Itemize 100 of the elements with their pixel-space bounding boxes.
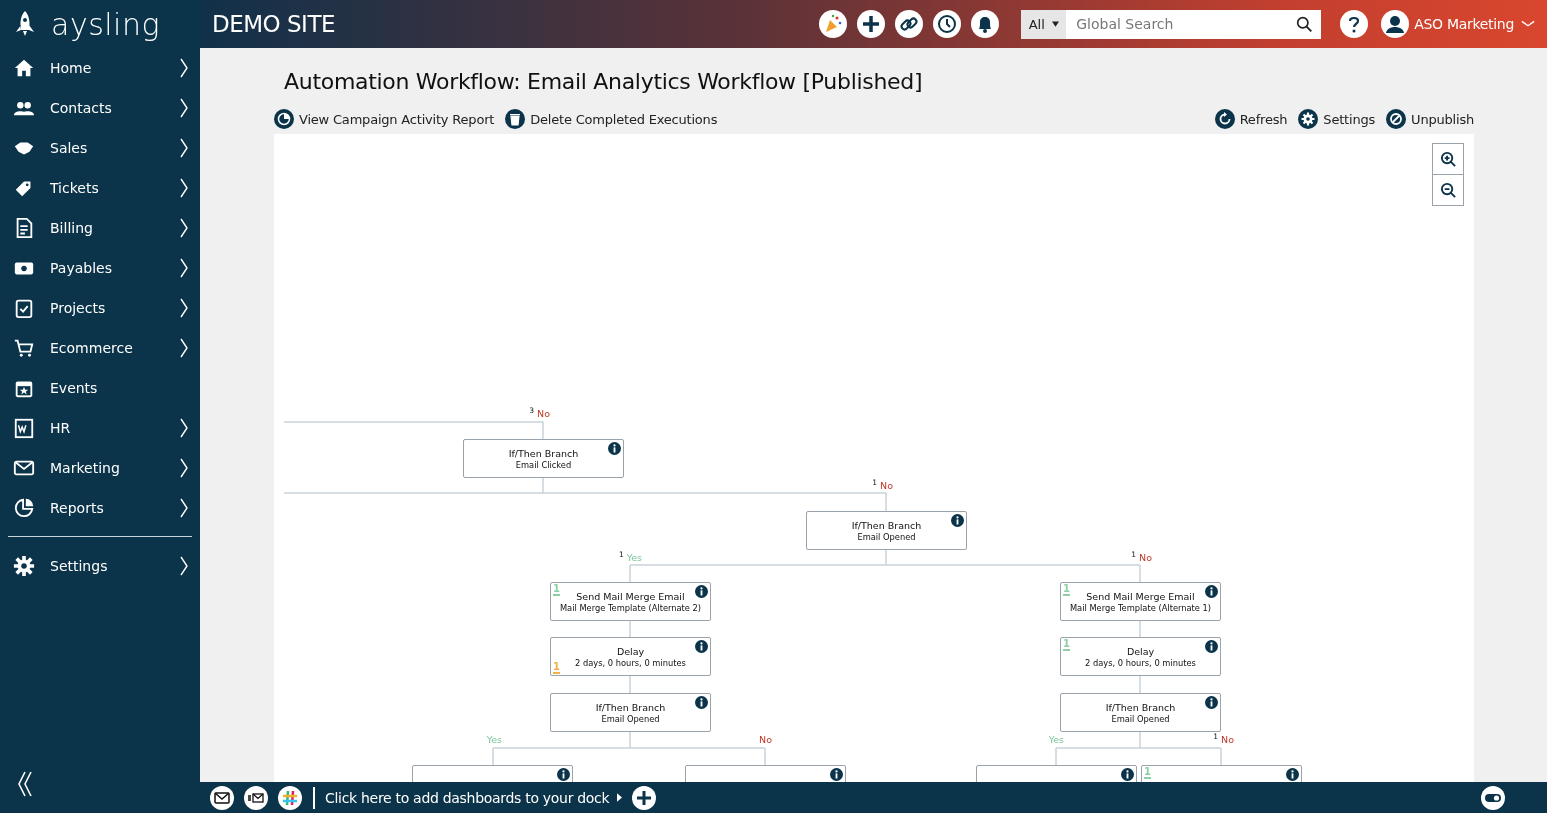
reports-icon (13, 497, 35, 519)
sidebar-item[interactable]: Reports (8, 488, 192, 528)
home-icon (13, 57, 35, 79)
workflow-node[interactable]: If/Then Branch Email Clicked (463, 439, 624, 478)
site-title: DEMO SITE (212, 11, 335, 37)
workflow-node[interactable]: If/Then Branch Email Opened (806, 511, 967, 550)
node-subtitle: Email Opened (857, 532, 916, 543)
info-icon[interactable] (1121, 768, 1134, 781)
sidebar-item[interactable]: Marketing (8, 448, 192, 488)
info-icon[interactable] (608, 442, 621, 455)
projects-icon (13, 297, 35, 319)
sidebar-item[interactable]: Home (8, 48, 192, 88)
sidebar-item[interactable]: Sales (8, 128, 192, 168)
mail-icon[interactable] (210, 785, 234, 810)
action-link[interactable]: Settings (1298, 109, 1376, 129)
branch-label: No (880, 480, 893, 491)
mail-send-icon[interactable] (244, 785, 268, 810)
sidebar-item[interactable]: Payables (8, 248, 192, 288)
search-icon[interactable] (1296, 15, 1314, 33)
branch-label: No (537, 408, 550, 419)
search-scope-dropdown[interactable]: All (1021, 9, 1067, 39)
action-link[interactable]: Unpublish (1386, 109, 1474, 129)
sidebar-item[interactable]: Events (8, 368, 192, 408)
caret-icon (617, 793, 623, 802)
sidebar-item[interactable]: Ecommerce (8, 328, 192, 368)
execution-count: 1 (1144, 767, 1151, 779)
branch-label: No (1139, 552, 1152, 563)
avatar-icon[interactable] (1381, 10, 1410, 38)
search-field[interactable]: All Global Search (1021, 9, 1322, 39)
node-subtitle: Email Opened (1111, 714, 1170, 725)
chevron-down-icon[interactable] (1521, 20, 1535, 28)
page-title: Automation Workflow: Email Analytics Workflow [Published] (284, 69, 924, 94)
ban-icon (1386, 109, 1407, 129)
settings-icon (1298, 109, 1319, 129)
action-link[interactable]: Delete Completed Executions (505, 109, 718, 129)
node-subtitle: Email Clicked (515, 460, 572, 471)
action-link[interactable]: Refresh (1214, 109, 1288, 129)
node-title: Delay (1126, 646, 1155, 658)
info-icon[interactable] (830, 768, 843, 781)
zoom-in-icon (1439, 150, 1457, 168)
branch-label: Yes (1048, 734, 1064, 745)
dock-link[interactable]: Click here to add dashboards to your dock (325, 789, 610, 806)
workflow-node[interactable]: 1 Delay 2 days, 0 hours, 0 minutes (550, 637, 711, 676)
workflow-node[interactable]: 1 Delay 2 days, 0 hours, 0 minutes (1060, 637, 1221, 676)
rocket-icon (13, 10, 37, 38)
info-icon[interactable] (695, 585, 708, 598)
sidebar-item[interactable]: Tickets (8, 168, 192, 208)
connector-line (629, 675, 631, 694)
sidebar-item[interactable]: Billing (8, 208, 192, 248)
execution-count: 1 (1063, 639, 1070, 651)
connector-line (629, 620, 631, 638)
sidebar-item[interactable]: HR (8, 408, 192, 448)
zoom-out-button[interactable] (1432, 174, 1464, 206)
node-subtitle: 2 days, 0 hours, 0 minutes (1085, 658, 1196, 669)
node-title: If/Then Branch (851, 520, 922, 532)
info-icon[interactable] (1205, 640, 1218, 653)
workflow-node[interactable]: If/Then Branch Email Opened (1060, 693, 1221, 732)
info-icon[interactable] (951, 514, 964, 527)
hash-icon[interactable] (278, 785, 302, 810)
user-menu[interactable]: ASO Marketing (1414, 16, 1514, 32)
collapse-icon[interactable] (17, 770, 33, 798)
bell-icon[interactable] (971, 10, 1000, 38)
info-icon[interactable] (1205, 585, 1218, 598)
node-subtitle: Mail Merge Template (Alternate 2) (559, 603, 702, 614)
info-icon[interactable] (695, 696, 708, 709)
settings-icon (13, 555, 35, 577)
node-title: Delay (616, 646, 645, 658)
branch-label: Yes (486, 734, 502, 745)
action-link[interactable]: View Campaign Activity Report (274, 109, 495, 129)
sidebar-item[interactable]: Projects (8, 288, 192, 328)
history-icon[interactable] (933, 10, 962, 38)
party-popper-icon[interactable] (819, 10, 848, 38)
workflow-node[interactable]: 1 Send Mail Merge Email Mail Merge Template (Alternate 2) (550, 582, 711, 621)
plus-icon[interactable] (857, 10, 886, 38)
link-icon[interactable] (895, 10, 924, 38)
sidebar-item[interactable]: Settings (8, 546, 192, 586)
zoom-out-icon (1439, 181, 1457, 199)
plus-icon[interactable] (632, 785, 657, 810)
node-subtitle: Mail Merge Template (Alternate 1) (1069, 603, 1212, 614)
trash-icon (505, 109, 526, 129)
help-icon[interactable] (1340, 10, 1369, 38)
info-icon[interactable] (1286, 768, 1299, 781)
workflow-node[interactable]: If/Then Branch Email Opened (550, 693, 711, 732)
zoom-in-button[interactable] (1432, 143, 1464, 175)
workflow-node[interactable]: 1 Send Mail Merge Email Mail Merge Template (Alternate 1) (1060, 582, 1221, 621)
info-icon[interactable] (695, 640, 708, 653)
info-icon[interactable] (1205, 696, 1218, 709)
branch-label: No (1221, 734, 1234, 745)
connector-line (1139, 620, 1141, 638)
node-subtitle: 2 days, 0 hours, 0 minutes (575, 658, 686, 669)
execution-count: 1 (553, 584, 560, 596)
connector-line (1139, 675, 1141, 694)
hr-icon (13, 417, 35, 439)
info-icon[interactable] (557, 768, 570, 781)
caret-icon (1051, 21, 1059, 27)
sidebar-item[interactable]: Contacts (8, 88, 192, 128)
toggle-icon[interactable] (1481, 785, 1505, 810)
node-title: If/Then Branch (1105, 702, 1176, 714)
brand-logo[interactable]: aysling (51, 6, 160, 42)
cart-icon (13, 337, 35, 359)
